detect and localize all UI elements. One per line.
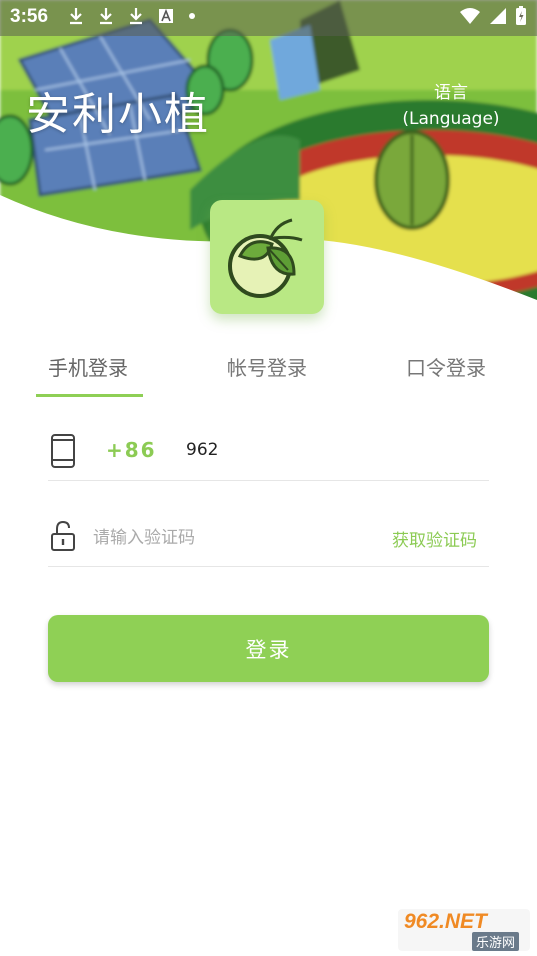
verification-code-field[interactable]: 获取验证码 bbox=[48, 506, 489, 567]
wifi-icon bbox=[460, 8, 480, 24]
tab-password-login[interactable]: 口令登录 bbox=[406, 352, 486, 381]
language-label: 语言 bbox=[434, 83, 468, 103]
app-logo bbox=[210, 200, 324, 314]
watermark-subtext: 乐游网 bbox=[472, 932, 520, 951]
get-code-button[interactable]: 获取验证码 bbox=[392, 526, 477, 551]
watermark-brand: 962.NET bbox=[404, 910, 487, 933]
language-switch[interactable]: 语言 (Language) bbox=[401, 80, 501, 132]
dot-icon bbox=[189, 13, 195, 19]
download-icon bbox=[70, 8, 82, 25]
download-icon bbox=[130, 8, 142, 25]
verification-code-input[interactable] bbox=[91, 522, 355, 554]
login-button[interactable]: 登录 bbox=[48, 615, 489, 682]
status-time: 3:56 bbox=[10, 6, 49, 27]
phone-field[interactable]: +86 962 bbox=[48, 420, 489, 481]
login-tabs: 手机登录 帐号登录 口令登录 bbox=[0, 352, 537, 398]
seed-leaf-logo-icon bbox=[228, 218, 303, 298]
phone-input[interactable]: 962 bbox=[186, 440, 218, 460]
active-tab-indicator bbox=[36, 394, 143, 397]
font-icon bbox=[159, 8, 173, 23]
tab-phone-login[interactable]: 手机登录 bbox=[48, 352, 128, 381]
signal-icon bbox=[490, 8, 506, 24]
language-label-en: (Language) bbox=[402, 109, 500, 129]
site-watermark: 962.NET 乐游网 bbox=[398, 909, 530, 951]
phone-icon bbox=[51, 434, 75, 468]
lock-icon bbox=[51, 520, 75, 551]
battery-charging-icon bbox=[516, 6, 526, 25]
country-code[interactable]: +86 bbox=[106, 438, 157, 462]
download-icon bbox=[100, 8, 112, 25]
app-title: 安利小植 bbox=[26, 89, 210, 140]
status-bar: 3:56 bbox=[0, 0, 537, 36]
tab-account-login[interactable]: 帐号登录 bbox=[227, 352, 307, 381]
